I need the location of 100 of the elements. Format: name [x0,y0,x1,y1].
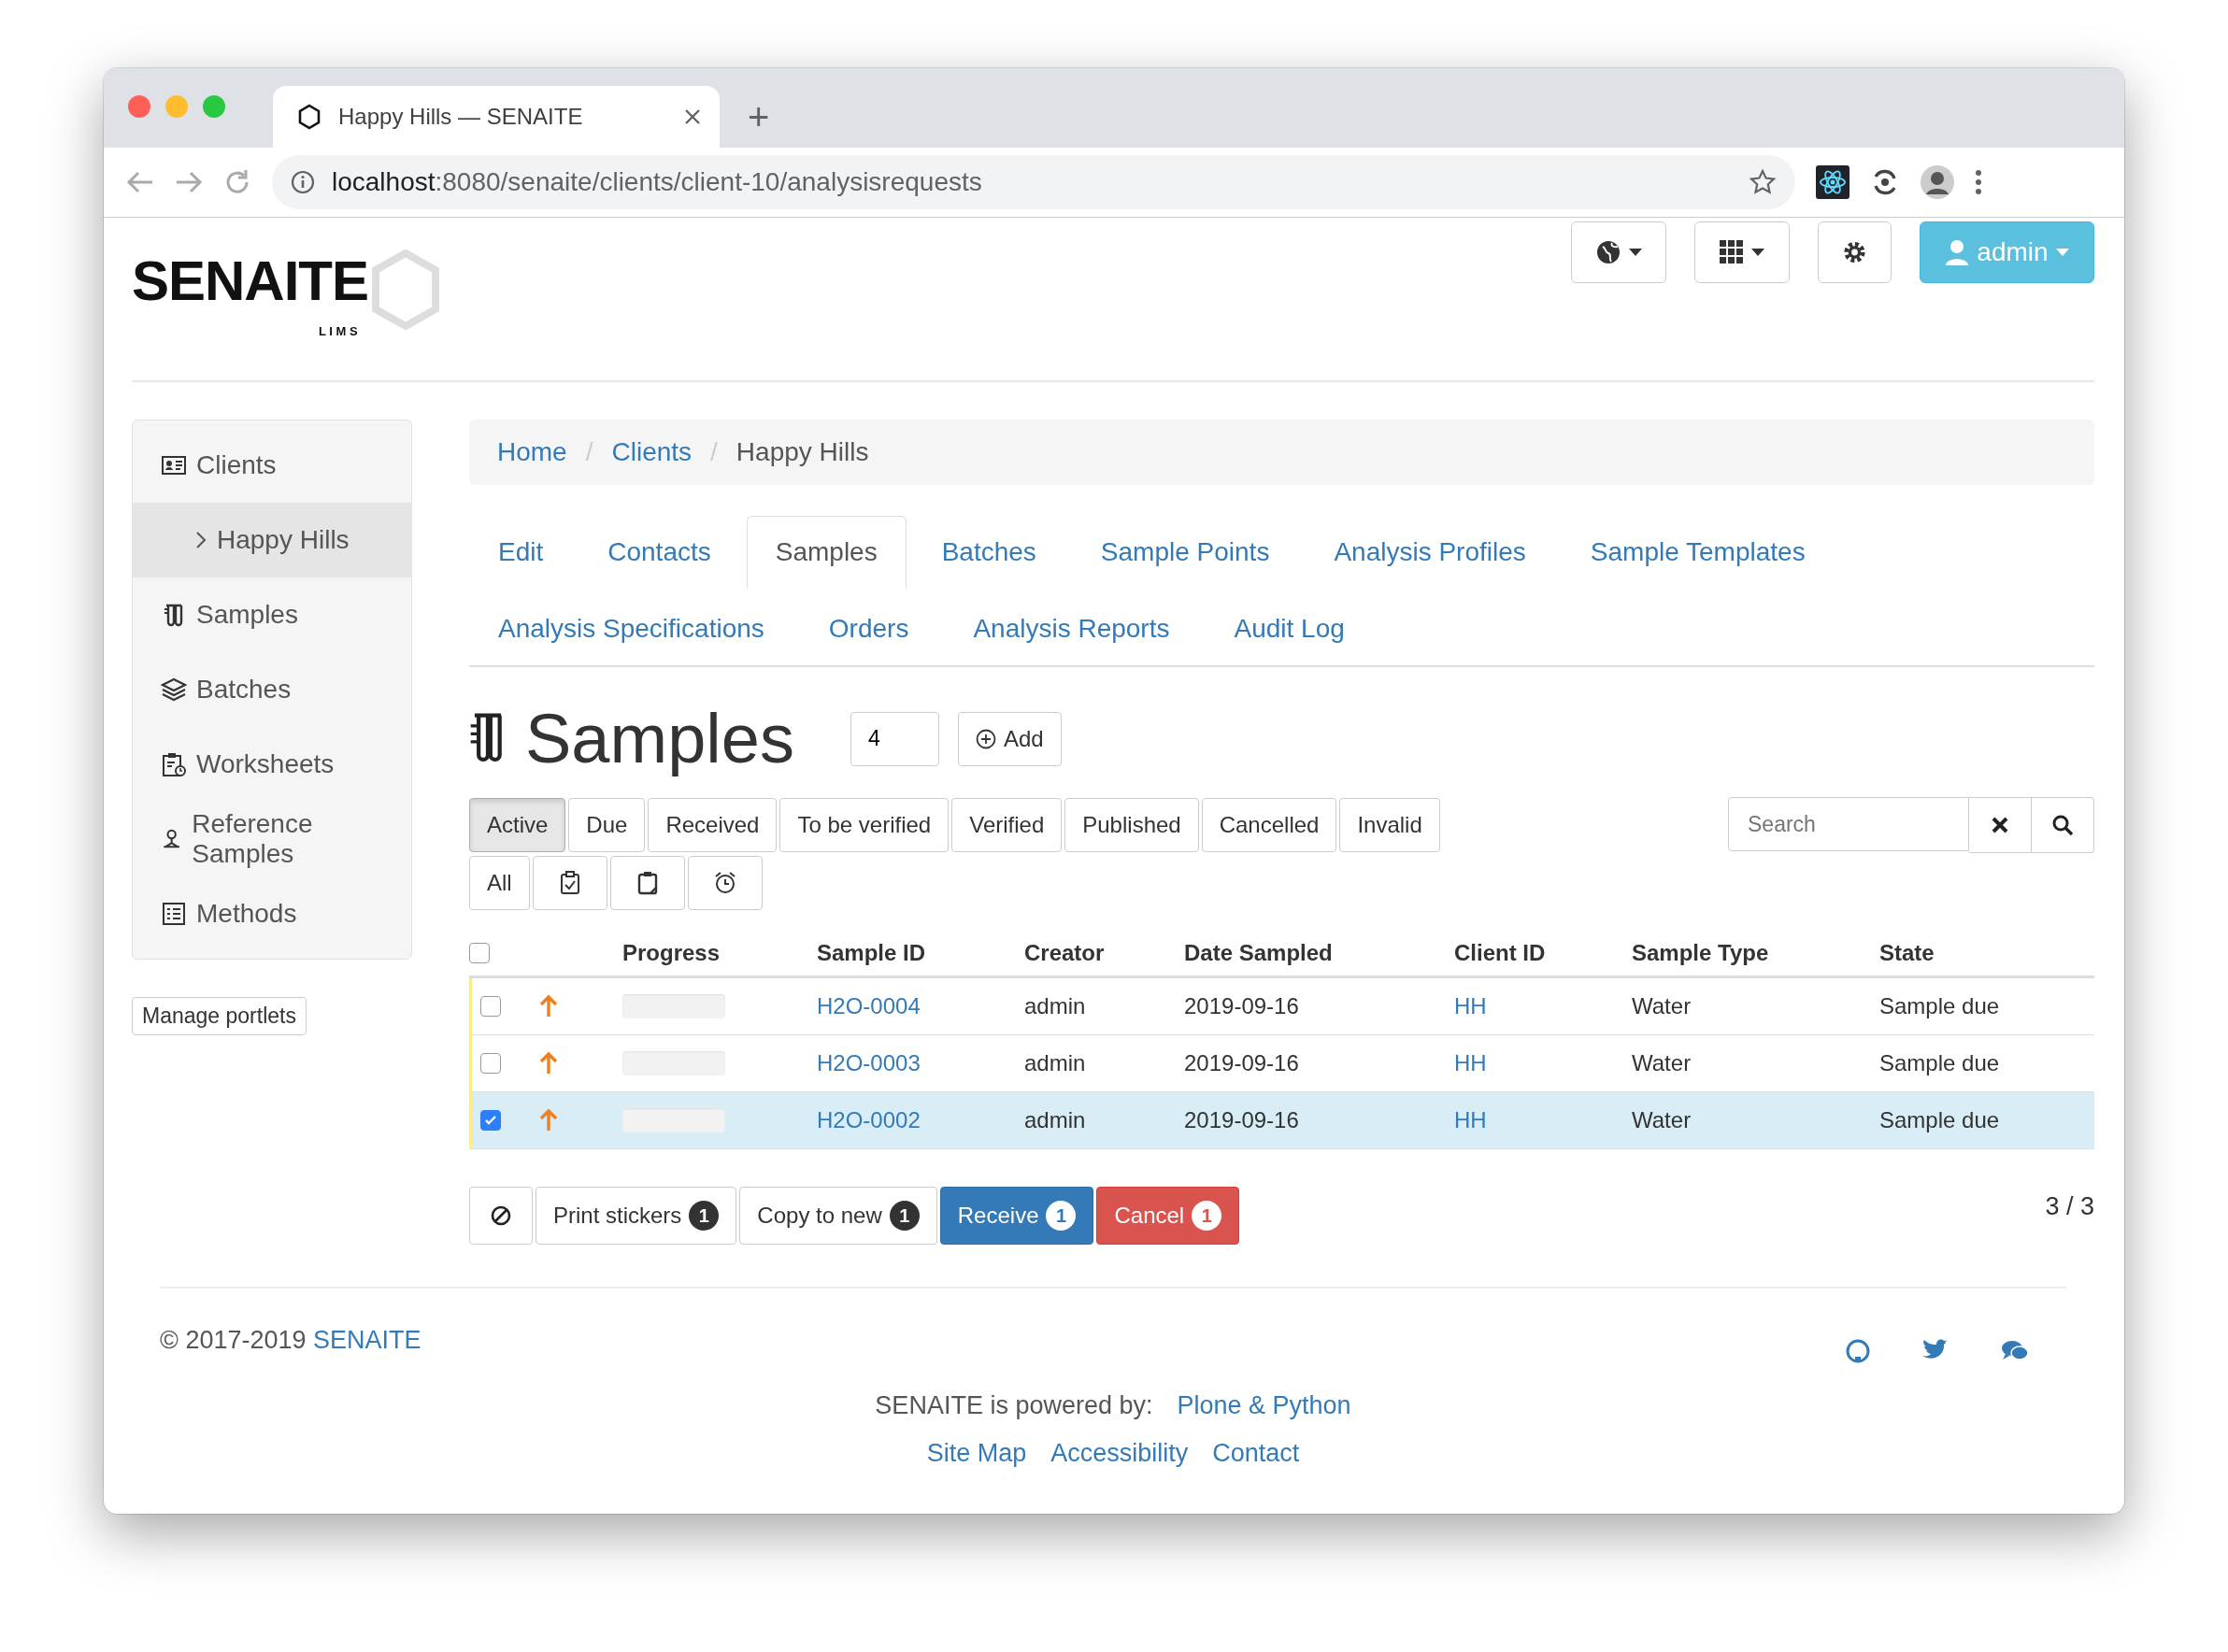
filter-button[interactable]: Published [1064,798,1199,852]
client-id-link[interactable]: HH [1454,993,1487,1019]
sidebar-item[interactable]: Worksheets [133,727,411,802]
filter-button[interactable] [532,856,607,910]
filter-button[interactable]: Active [469,798,566,852]
tab[interactable]: Edit [469,516,573,589]
count-badge: 1 [889,1201,920,1231]
tab[interactable]: Analysis Profiles [1305,516,1555,589]
sidebar-item[interactable]: Methods [133,876,411,951]
table-cell: 2019-09-16 [1184,1050,1299,1076]
filter-button[interactable]: Invalid [1339,798,1440,852]
star-icon[interactable] [1749,168,1777,196]
logo-subtitle: L I M S [319,324,358,338]
settings-button[interactable] [1818,221,1892,283]
new-tab-button[interactable]: + [748,96,770,138]
arrow-up-icon [539,1051,558,1075]
address-bar[interactable]: localhost:8080/senaite/clients/client-10/analysisrequests [272,155,1795,209]
count-field[interactable]: 4 [850,711,939,766]
filter-button[interactable] [687,856,763,910]
tab[interactable]: Samples [746,516,907,589]
browser-tab[interactable]: Happy Hills — SENAITE [273,86,720,148]
search-icon [2051,814,2074,836]
row-checkbox[interactable] [480,996,501,1017]
action-button[interactable]: Cancel 1 [1096,1187,1240,1245]
sidebar-item[interactable]: Clients [133,428,411,503]
deselect-button[interactable] [469,1187,533,1245]
avatar-icon[interactable] [1921,165,1954,199]
senaite-link[interactable]: SENAITE [313,1326,421,1354]
action-button[interactable]: Copy to new 1 [739,1187,937,1245]
chevron-right-icon [194,530,207,550]
clear-search-button[interactable] [1969,797,2032,853]
table-cell: Sample due [1879,1107,2000,1133]
action-button[interactable]: Receive 1 [939,1187,1094,1245]
plus-circle-icon [975,728,996,749]
sidebar-item[interactable]: Happy Hills [133,503,411,577]
select-all-checkbox[interactable] [469,943,490,963]
atom-icon[interactable] [1816,165,1850,199]
hexagon-icon [370,249,442,330]
filter-button[interactable]: Verified [951,798,1063,852]
count-badge: 1 [689,1201,720,1231]
apps-dropdown[interactable] [1694,221,1790,283]
sidebar-item[interactable]: Reference Samples [133,802,411,876]
footer-link[interactable]: Contact [1212,1439,1300,1468]
column-header[interactable]: Date Sampled [1184,940,1333,966]
breadcrumb-link[interactable]: Home [497,437,567,467]
column-header[interactable]: Sample Type [1632,940,1769,966]
clipboard-clock-icon [161,751,187,777]
powered-by-text: SENAITE is powered by: [875,1391,1153,1420]
manage-portlets-button[interactable]: Manage portlets [132,997,307,1035]
search-button[interactable] [2032,797,2094,853]
filter-button[interactable]: All [469,856,530,910]
breadcrumb-link[interactable]: Clients [611,437,693,467]
footer-link[interactable]: Site Map [926,1439,1027,1468]
sidebar-item[interactable]: Batches [133,652,411,727]
language-dropdown[interactable] [1571,221,1666,283]
count-badge: 1 [1192,1201,1222,1231]
client-id-link[interactable]: HH [1454,1050,1487,1076]
table-cell: admin [1024,993,1086,1019]
filter-button[interactable] [609,856,685,910]
more-icon[interactable] [1975,169,1982,195]
tab[interactable]: Sample Points [1071,516,1299,589]
row-checkbox[interactable] [480,1110,501,1131]
hexagon-icon [297,104,321,130]
info-icon [291,170,315,194]
search-field[interactable]: Search [1728,797,1969,851]
filter-button[interactable]: Cancelled [1201,798,1337,852]
bird-icon[interactable] [1922,1339,1949,1361]
column-header[interactable]: Client ID [1454,940,1546,966]
sample-id-link[interactable]: H2O-0003 [817,1050,921,1076]
layers-icon [161,676,187,703]
plone-python-link[interactable]: Plone & Python [1177,1391,1351,1420]
column-header[interactable]: Progress [622,940,721,966]
sample-id-link[interactable]: H2O-0004 [817,993,921,1019]
tab[interactable]: Analysis Reports [944,592,1199,665]
client-id-link[interactable]: HH [1454,1107,1487,1133]
table-cell: Water [1632,993,1692,1019]
count-badge: 1 [1046,1201,1077,1231]
tab[interactable]: Contacts [578,516,740,589]
footer-link[interactable]: Accessibility [1050,1439,1189,1468]
column-header[interactable]: State [1879,940,1935,966]
column-header[interactable]: Creator [1024,940,1105,966]
filter-button[interactable]: Received [648,798,778,852]
row-checkbox[interactable] [480,1053,501,1074]
add-button[interactable]: Add [957,711,1062,766]
filter-button[interactable]: To be verified [779,798,950,852]
column-header[interactable]: Sample ID [817,940,926,966]
sidebar-item[interactable]: Samples [133,577,411,652]
tab[interactable]: Sample Templates [1561,516,1835,589]
copyright-text: © 2017-2019 [160,1326,307,1354]
breadcrumb-separator: / [585,437,593,467]
table-cell: 2019-09-16 [1184,1107,1299,1133]
tab[interactable]: Orders [799,592,938,665]
list-icon [161,901,187,927]
tab[interactable]: Analysis Specifications [469,592,793,665]
action-button[interactable]: Print stickers 1 [536,1187,737,1245]
filter-button[interactable]: Due [568,798,646,852]
close-icon[interactable] [684,108,701,125]
table-cell: Sample due [1879,1050,2000,1076]
tab[interactable]: Batches [912,516,1065,589]
tab[interactable]: Audit Log [1205,592,1374,665]
